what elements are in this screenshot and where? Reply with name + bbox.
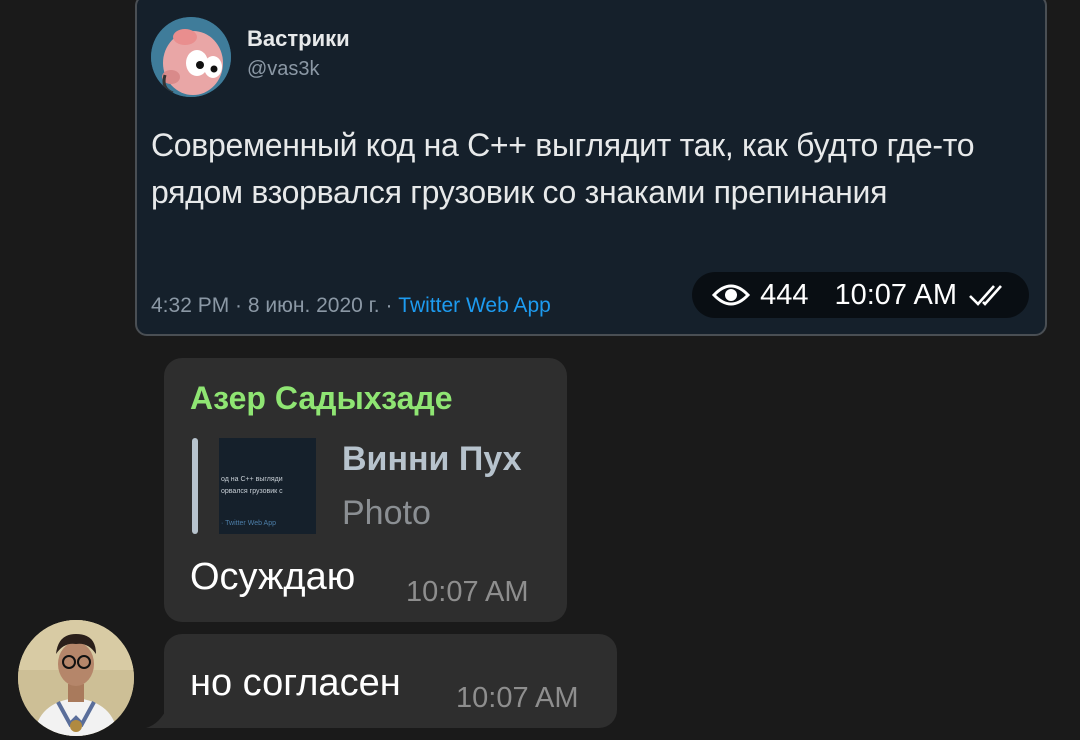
reply-photo-thumbnail: од на С++ выгляди орвался грузовик с · T…	[219, 438, 316, 534]
thumb-text-line: орвался грузовик с	[221, 488, 283, 495]
tweet-author-handle: @vas3k	[247, 58, 320, 80]
tweet-screenshot-image[interactable]: Вастрики @vas3k Современный код на С++ в…	[135, 0, 1047, 336]
image-info-pill: 444 10:07 AM	[692, 272, 1029, 318]
message-bubble-reply[interactable]: Азер Садыхзаде од на С++ выгляди орвался…	[164, 358, 567, 622]
message-bubble[interactable]: но согласен 10:07 AM	[164, 634, 617, 728]
tweet-app-link: Twitter Web App	[398, 294, 551, 317]
double-check-icon	[967, 282, 1011, 308]
reply-author-name: Винни Пух	[342, 440, 522, 478]
tweet-date: 4:32 PM · 8 июн. 2020 г. ·	[151, 294, 399, 317]
tweet-meta: 4:32 PM · 8 июн. 2020 г. · Twitter Web A…	[151, 294, 551, 318]
message-text: но согласен	[190, 662, 401, 704]
sender-name[interactable]: Азер Садыхзаде	[190, 380, 453, 417]
reply-quote-bar	[192, 438, 198, 534]
bubble-tail	[146, 706, 168, 728]
tweet-text: Современный код на С++ выглядит так, как…	[151, 127, 975, 210]
message-time: 10:07 AM	[406, 576, 529, 608]
tweet-author-name: Вастрики	[247, 26, 350, 51]
user-avatar[interactable]	[18, 620, 134, 736]
thumb-text-line: · Twitter Web App	[221, 520, 276, 527]
thumb-text-line: од на С++ выгляди	[221, 476, 283, 483]
message-text: Осуждаю	[190, 556, 356, 598]
reply-media-type: Photo	[342, 494, 431, 532]
eye-icon	[712, 281, 751, 309]
image-time: 10:07 AM	[834, 278, 957, 311]
message-time: 10:07 AM	[456, 682, 579, 714]
reply-quote[interactable]: од на С++ выгляди орвался грузовик с · T…	[192, 438, 552, 534]
view-count: 444	[760, 278, 809, 311]
tweet-author-avatar	[151, 17, 231, 97]
